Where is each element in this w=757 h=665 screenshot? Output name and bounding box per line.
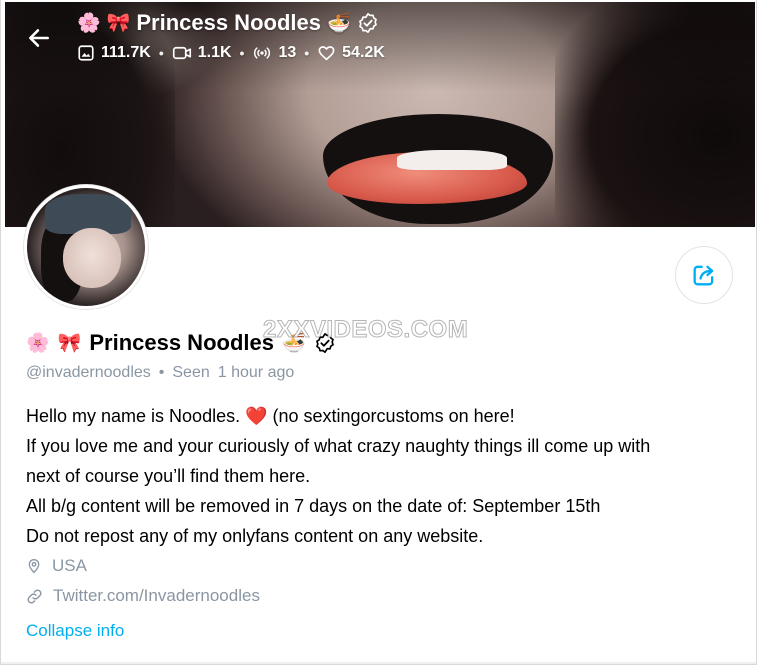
avatar[interactable] (24, 185, 148, 309)
location-pin-icon (28, 559, 40, 574)
stat-photos: 111.7K (77, 44, 151, 62)
video-icon (172, 46, 191, 60)
share-button[interactable] (675, 246, 733, 304)
website-link[interactable]: Twitter.com/Invadernoodles (26, 584, 260, 608)
bio-line: If you love me and your curiously of wha… (26, 436, 651, 456)
bio-line: Do not repost any of my onlyfans content… (26, 526, 484, 546)
link-icon (27, 588, 42, 604)
handle-row: @invadernoodles • Seen 1 hour ago (26, 362, 294, 384)
bio-line: Hello my name is Noodles. ❤️ (no sexting… (26, 406, 515, 426)
noodles-emoji: 🍜 (281, 332, 306, 354)
stat-videos-count: 1.1K (197, 44, 232, 61)
image-icon (78, 45, 94, 61)
separator-dot: • (239, 45, 245, 61)
bio-line: All b/g content will be removed in 7 day… (26, 496, 601, 516)
stat-videos: 1.1K (172, 44, 232, 62)
location-row: USA (26, 554, 87, 578)
arrow-left-icon (29, 29, 49, 47)
collapse-info-button[interactable]: Collapse info (26, 621, 124, 645)
separator-dot: • (304, 45, 310, 61)
profile-name-row: 🌸 🎀 Princess Noodles 🍜 (26, 328, 336, 358)
flower-emoji: 🌸 (77, 12, 101, 34)
flower-emoji: 🌸 (26, 332, 50, 354)
noodles-emoji: 🍜 (326, 12, 351, 34)
profile-handle[interactable]: @invadernoodles (26, 364, 151, 382)
profile-bio: Hello my name is Noodles. ❤️ (no sexting… (26, 401, 736, 551)
stat-likes: 54.2K (317, 44, 385, 62)
verified-badge-icon (358, 13, 377, 33)
stat-photos-count: 111.7K (101, 44, 151, 61)
header-title: 🌸 🎀 Princess Noodles 🍜 (77, 9, 379, 37)
heart-icon (318, 46, 335, 61)
separator-dot: • (158, 45, 164, 61)
seen-time: 1 hour ago (217, 364, 295, 381)
bow-emoji: 🎀 (106, 12, 131, 34)
share-icon (693, 265, 714, 286)
stat-streams-count: 13 (278, 44, 297, 61)
header-name: Princess Noodles (136, 10, 321, 35)
location-text: USA (52, 556, 87, 575)
back-button[interactable] (25, 24, 53, 52)
bio-line: next of course you’ll find them here. (26, 466, 311, 486)
profile-page: 🌸 🎀 Princess Noodles 🍜 111.7K • 1.1K • 1… (0, 0, 757, 665)
stat-likes-count: 54.2K (342, 44, 385, 61)
broadcast-icon (254, 47, 271, 59)
separator-dot: • (158, 364, 165, 381)
header-stats: 111.7K • 1.1K • 13 • 54.2K (77, 42, 385, 64)
bow-emoji: 🎀 (57, 332, 82, 354)
website-link-text[interactable]: Twitter.com/Invadernoodles (53, 586, 260, 606)
profile-name: Princess Noodles (89, 330, 274, 355)
verified-badge-icon (315, 333, 334, 353)
stat-streams: 13 (252, 44, 296, 62)
seen-label: Seen (172, 364, 210, 381)
